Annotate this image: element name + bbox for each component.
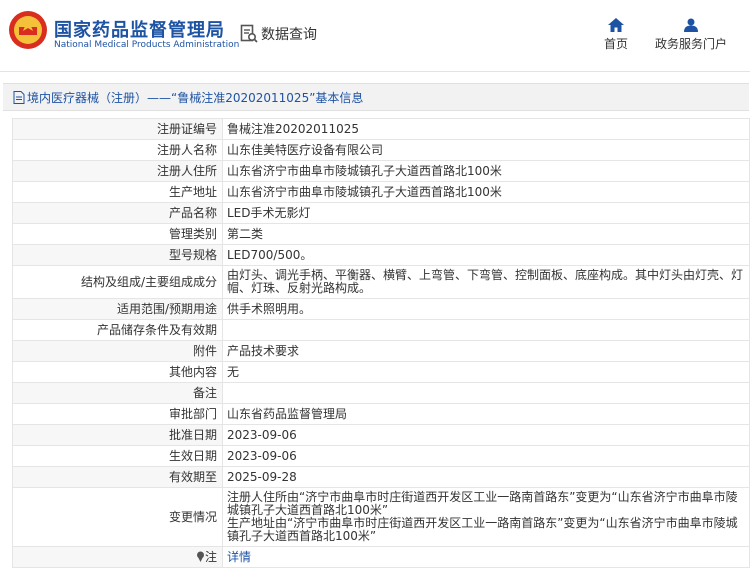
site-header: 国家药品监督管理局 National Medical Products Admi… <box>0 0 750 66</box>
field-label: 有效期至 <box>12 466 223 488</box>
data-query-link[interactable]: 数据查询 <box>240 24 317 44</box>
table-row: 注册证编号 鲁械注准20202011025 <box>12 118 750 140</box>
field-value: 2025-09-28 <box>222 466 750 488</box>
field-value: 山东省济宁市曲阜市陵城镇孔子大道西首路北100米 <box>222 181 750 203</box>
field-value: 详情 <box>222 546 750 568</box>
note-label-cell: 注 <box>12 546 223 568</box>
table-row: 适用范围/预期用途 供手术照明用。 <box>12 298 750 320</box>
field-label: 生效日期 <box>12 445 223 467</box>
table-row: 附件 产品技术要求 <box>12 340 750 362</box>
user-icon <box>684 18 698 32</box>
table-row: 管理类别 第二类 <box>12 223 750 245</box>
field-value <box>222 382 750 404</box>
field-value: LED手术无影灯 <box>222 202 750 224</box>
table-row: 其他内容无 <box>12 361 750 383</box>
nav-gov-portal-label: 政务服务门户 <box>654 37 727 51</box>
nav-gov-portal[interactable]: 政务服务门户 <box>650 18 732 52</box>
table-row: 结构及组成/主要组成成分 由灯头、调光手柄、平衡器、横臂、上弯管、下弯管、控制面板… <box>12 265 750 299</box>
table-row: 生产地址 山东省济宁市曲阜市陵城镇孔子大道西首路北100米 <box>12 181 750 203</box>
field-label: 批准日期 <box>12 424 223 446</box>
field-label: 其他内容 <box>12 361 223 383</box>
table-row: 产品名称 LED手术无影灯 <box>12 202 750 224</box>
breadcrumb: 境内医疗器械（注册）——“鲁械注准20202011025”基本信息 <box>3 83 749 111</box>
home-icon <box>608 18 624 32</box>
field-value: 山东省药品监督管理局 <box>222 403 750 425</box>
table-row: 注册人住所 山东省济宁市曲阜市陵城镇孔子大道西首路北100米 <box>12 160 750 182</box>
field-label: 结构及组成/主要组成成分 <box>12 265 223 299</box>
details-link[interactable]: 详情 <box>227 550 251 564</box>
field-value <box>222 319 750 341</box>
field-value: 由灯头、调光手柄、平衡器、横臂、上弯管、下弯管、控制面板、底座构成。其中灯头由灯… <box>222 265 750 299</box>
field-label: 注册人名称 <box>12 139 223 161</box>
change-line: 注册人住所由“济宁市曲阜市时庄街道西开发区工业一路南首路东”变更为“山东省济宁市… <box>227 490 738 517</box>
note-row: 注 详情 <box>12 546 750 568</box>
breadcrumb-text: 境内医疗器械（注册）——“鲁械注准20202011025”基本信息 <box>27 90 364 105</box>
pin-icon <box>196 551 204 562</box>
nav-home-label: 首页 <box>603 37 628 51</box>
field-label: 审批部门 <box>12 403 223 425</box>
registration-info-table: 注册证编号 鲁械注准20202011025 注册人名称 山东佳美特医疗设备有限公司 … <box>12 118 750 568</box>
table-row: 注册人名称 山东佳美特医疗设备有限公司 <box>12 139 750 161</box>
field-value: 山东佳美特医疗设备有限公司 <box>222 139 750 161</box>
field-label: 注册人住所 <box>12 160 223 182</box>
field-value: 第二类 <box>222 223 750 245</box>
org-name-cn[interactable]: 国家药品监督管理局 <box>54 16 225 42</box>
field-value: 供手术照明用。 <box>222 298 750 320</box>
field-value: LED700/500。 <box>222 244 750 266</box>
nav-home[interactable]: 首页 <box>600 18 632 52</box>
field-value: 鲁械注准20202011025 <box>222 118 750 140</box>
table-row: 有效期至 2025-09-28 <box>12 466 750 488</box>
emblem-logo[interactable] <box>8 10 48 50</box>
field-label: 生产地址 <box>12 181 223 203</box>
org-name-en[interactable]: National Medical Products Administration <box>54 40 239 50</box>
table-row: 审批部门 山东省药品监督管理局 <box>12 403 750 425</box>
field-label: 管理类别 <box>12 223 223 245</box>
change-details: 注册人住所由“济宁市曲阜市时庄街道西开发区工业一路南首路东”变更为“山东省济宁市… <box>222 487 750 547</box>
field-label: 变更情况 <box>12 487 223 547</box>
field-value: 2023-09-06 <box>222 445 750 467</box>
note-label: 注 <box>204 549 217 564</box>
field-label: 产品名称 <box>12 202 223 224</box>
table-row: 型号规格 LED700/500。 <box>12 244 750 266</box>
table-row: 生效日期 2023-09-06 <box>12 445 750 467</box>
field-label: 备注 <box>12 382 223 404</box>
table-row: 批准日期 2023-09-06 <box>12 424 750 446</box>
header-divider <box>0 71 750 72</box>
field-value: 2023-09-06 <box>222 424 750 446</box>
change-row: 变更情况 注册人住所由“济宁市曲阜市时庄街道西开发区工业一路南首路东”变更为“山… <box>12 487 750 547</box>
field-value: 无 <box>222 361 750 383</box>
field-label: 注册证编号 <box>12 118 223 140</box>
table-row: 备注 <box>12 382 750 404</box>
field-value: 山东省济宁市曲阜市陵城镇孔子大道西首路北100米 <box>222 160 750 182</box>
field-label: 型号规格 <box>12 244 223 266</box>
field-value: 产品技术要求 <box>222 340 750 362</box>
field-label: 附件 <box>12 340 223 362</box>
field-label: 适用范围/预期用途 <box>12 298 223 320</box>
table-row: 产品储存条件及有效期 <box>12 319 750 341</box>
document-icon <box>13 90 25 104</box>
data-query-label: 数据查询 <box>261 27 317 43</box>
document-search-icon <box>240 24 258 43</box>
field-label: 产品储存条件及有效期 <box>12 319 223 341</box>
change-line: 生产地址由“济宁市曲阜市时庄街道西开发区工业一路南首路东”变更为“山东省济宁市曲… <box>227 516 738 543</box>
